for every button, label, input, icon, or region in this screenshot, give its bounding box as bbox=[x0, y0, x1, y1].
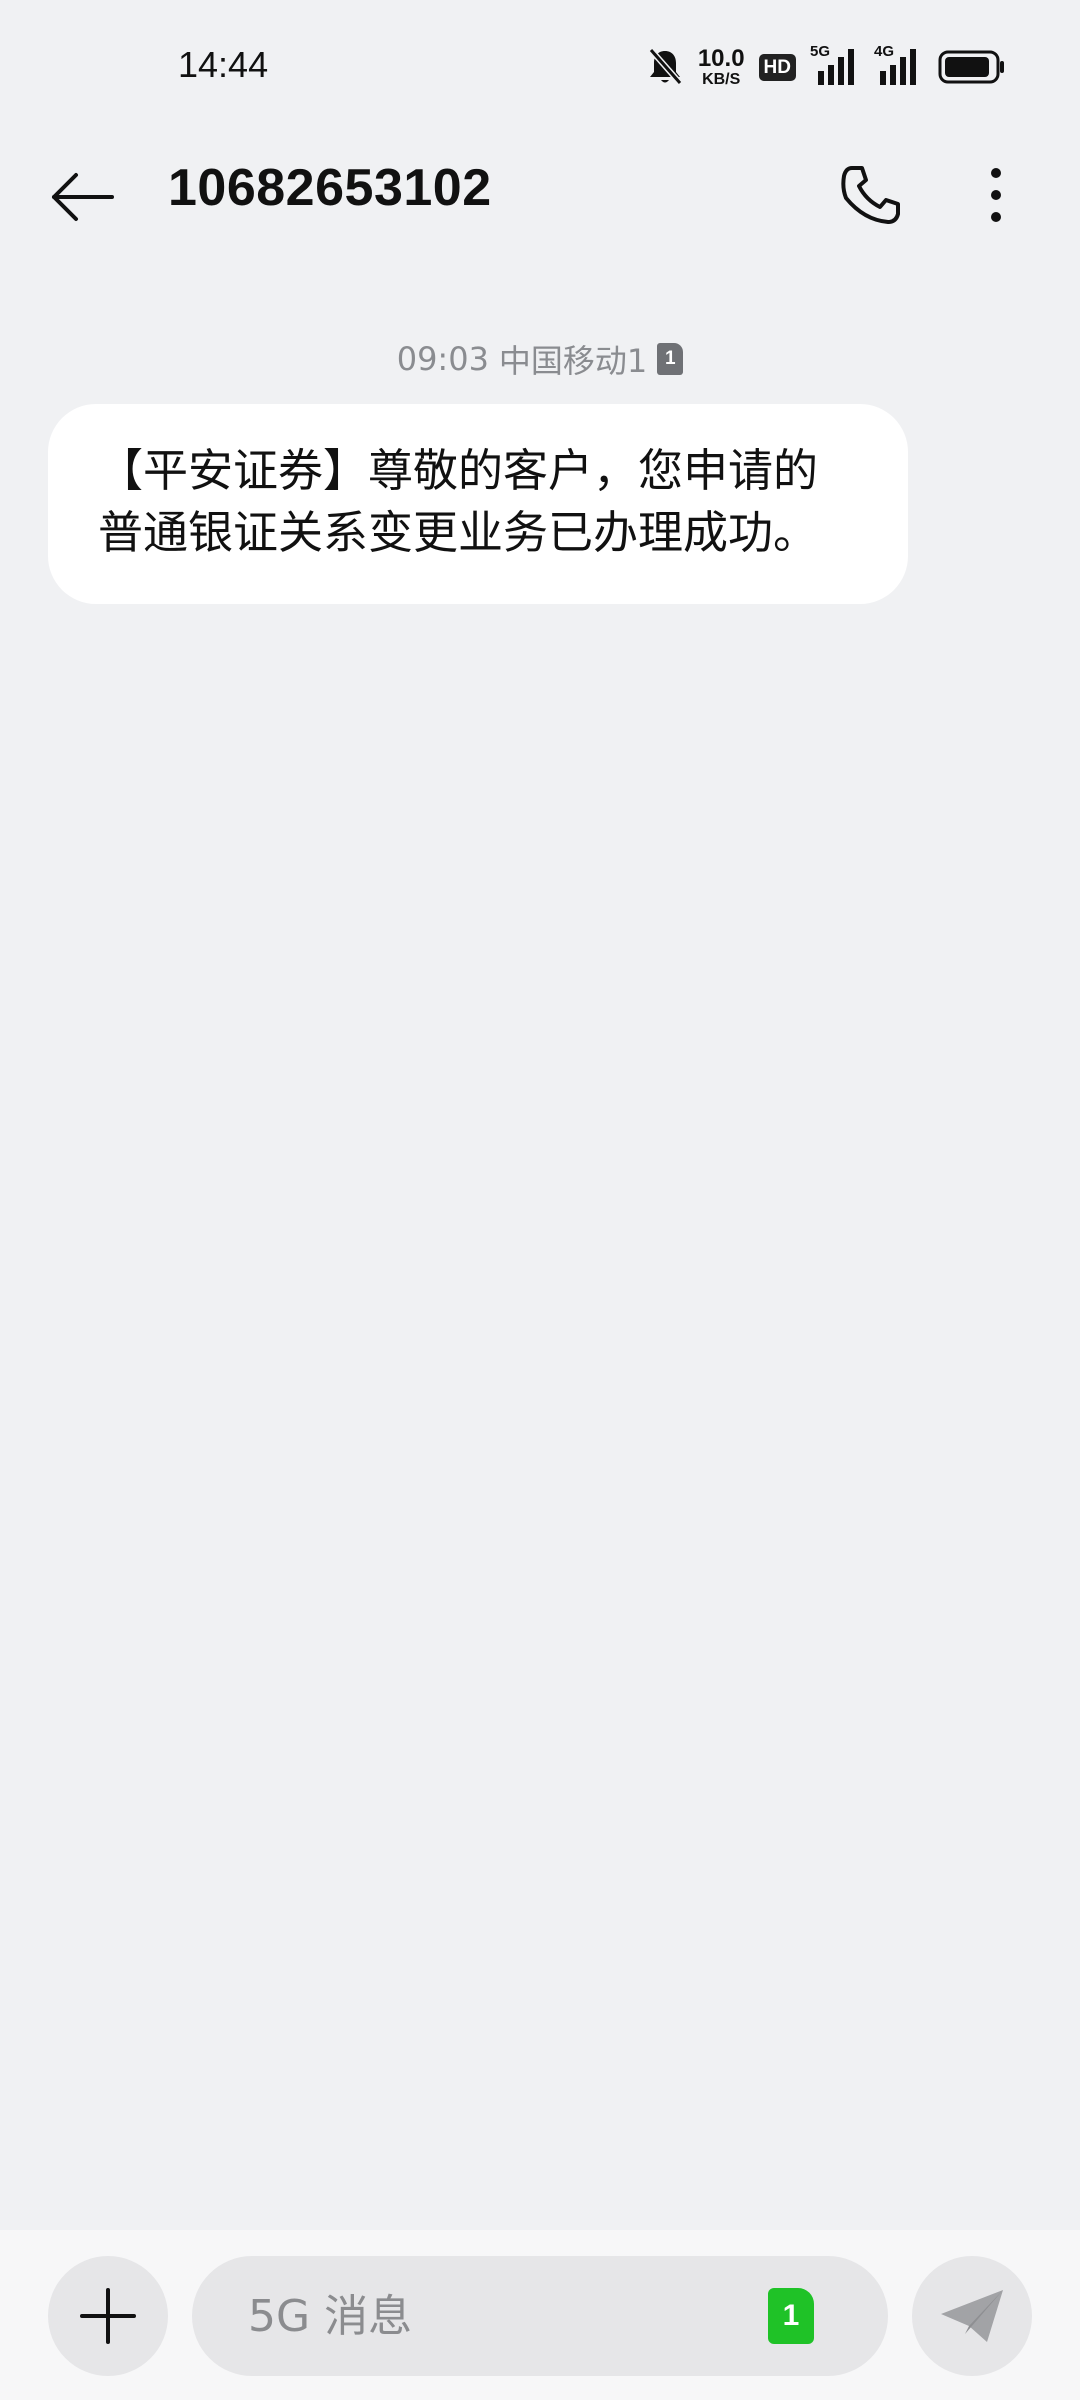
signal-4g-label: 4G bbox=[874, 43, 895, 60]
message-input-container: 1 bbox=[192, 2256, 888, 2376]
phone-icon bbox=[838, 162, 904, 228]
message-list[interactable]: 09:03 中国移动1 1 【平安证券】尊敬的客户，您申请的普通银证关系变更业务… bbox=[0, 250, 1080, 2230]
status-time: 14:44 bbox=[178, 44, 269, 85]
back-arrow-icon bbox=[50, 172, 116, 222]
bell-off-icon bbox=[646, 47, 684, 87]
sim-card-icon: 1 bbox=[657, 343, 684, 375]
send-icon bbox=[939, 2288, 1005, 2344]
input-bar: 1 bbox=[0, 2230, 1080, 2400]
add-attachment-button[interactable] bbox=[48, 2256, 168, 2376]
net-speed-unit: KB/S bbox=[702, 70, 741, 88]
more-options-button[interactable] bbox=[956, 150, 1036, 240]
net-speed: 10.0 KB/S bbox=[697, 44, 745, 88]
sim-select-button[interactable]: 1 bbox=[768, 2288, 814, 2344]
call-button[interactable] bbox=[826, 150, 916, 240]
plus-icon bbox=[80, 2288, 136, 2344]
message-meta: 09:03 中国移动1 1 bbox=[0, 336, 1080, 382]
more-vertical-icon bbox=[986, 165, 1006, 225]
net-speed-value: 10.0 bbox=[697, 44, 745, 72]
signal-5g: 5G bbox=[810, 43, 860, 87]
signal-4g: 4G bbox=[874, 43, 924, 87]
message-bubble[interactable]: 【平安证券】尊敬的客户，您申请的普通银证关系变更业务已办理成功。 bbox=[48, 404, 908, 604]
hd-badge: HD bbox=[758, 53, 796, 81]
battery-icon bbox=[938, 50, 1006, 84]
send-button[interactable] bbox=[912, 2256, 1032, 2376]
messaging-screen: 14:44 10.0 KB/S HD 5G 4G 10682653102 09:… bbox=[0, 0, 1080, 2400]
contact-number-title: 10682653102 bbox=[168, 159, 492, 217]
message-carrier: 中国移动1 bbox=[498, 342, 648, 380]
conversation-header: 10682653102 bbox=[0, 130, 1080, 250]
message-time: 09:03 bbox=[396, 340, 489, 378]
status-icons: 10.0 KB/S HD 5G 4G bbox=[646, 43, 1006, 90]
back-button[interactable] bbox=[40, 154, 126, 240]
signal-5g-label: 5G bbox=[810, 43, 831, 60]
status-bar: 14:44 10.0 KB/S HD 5G 4G bbox=[0, 0, 1080, 130]
message-input[interactable] bbox=[248, 2256, 748, 2376]
